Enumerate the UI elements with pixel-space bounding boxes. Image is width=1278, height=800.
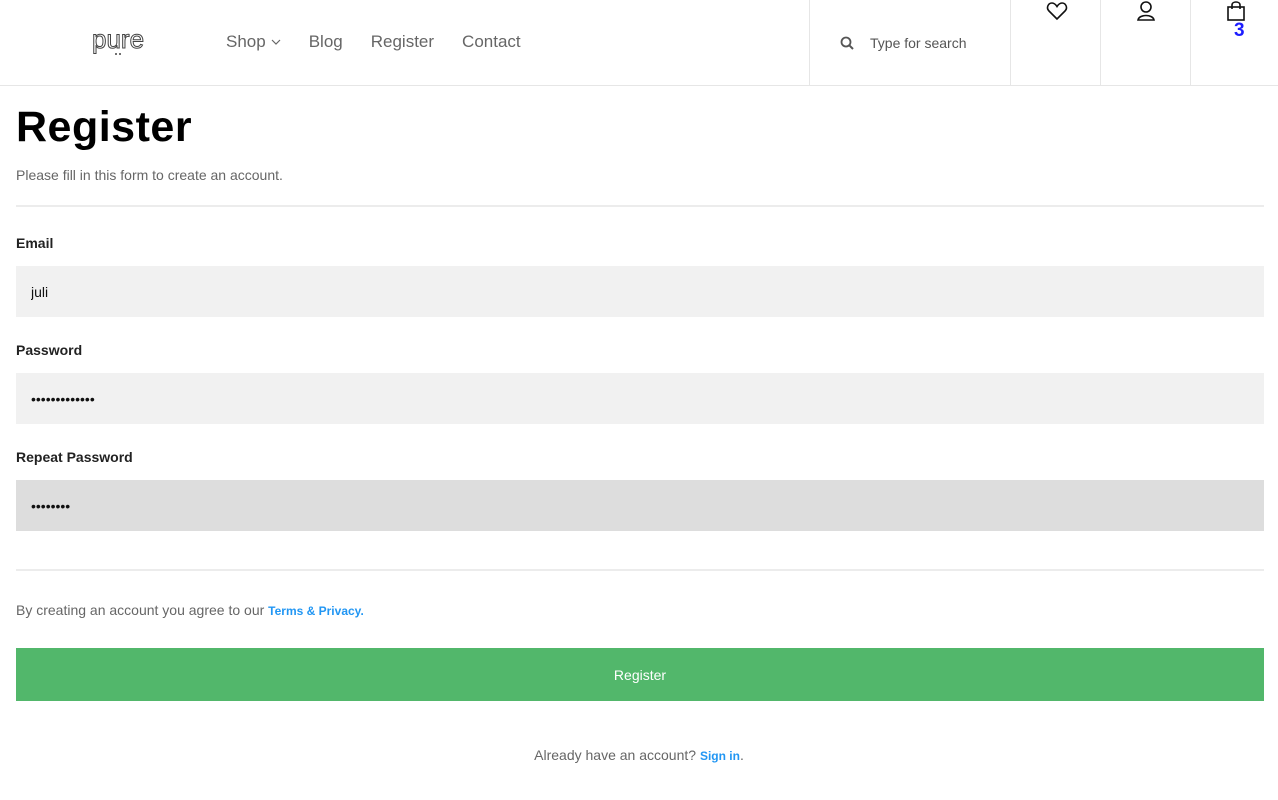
page-title: Register (16, 103, 193, 151)
terms-text: By creating an account you agree to our (16, 602, 269, 618)
nav-register-label: Register (370, 32, 435, 51)
wishlist-button[interactable] (1011, 0, 1101, 86)
signin-text: Already have an account? (534, 747, 700, 763)
divider (16, 569, 1264, 571)
logo[interactable]: pure (92, 24, 156, 58)
email-label: Email (16, 235, 54, 251)
nav-shop[interactable]: Shop (226, 32, 281, 52)
terms-link[interactable]: Terms & Privacy (268, 604, 360, 618)
signin-link[interactable]: Sign in (700, 749, 740, 763)
repeat-password-label: Repeat Password (16, 449, 133, 465)
register-button[interactable]: Register (16, 648, 1264, 701)
password-field[interactable] (16, 373, 1264, 424)
repeat-password-field[interactable] (16, 480, 1264, 531)
cart-count-badge: 3 (1234, 20, 1245, 41)
divider (16, 205, 1264, 207)
nav-contact-label: Contact (462, 32, 521, 51)
email-field[interactable] (16, 266, 1264, 317)
site-header: pure Shop Blog Register Contact Type for… (0, 0, 1278, 86)
signin-notice: Already have an account? Sign in. (0, 747, 1278, 763)
nav-shop-label: Shop (226, 32, 266, 51)
signin-period: . (739, 747, 744, 763)
nav-contact[interactable]: Contact (462, 32, 521, 52)
nav-blog[interactable]: Blog (309, 32, 343, 52)
nav-blog-label: Blog (308, 32, 343, 51)
chevron-down-icon (271, 39, 281, 45)
search-input[interactable] (870, 30, 1000, 56)
search-box (809, 0, 1011, 86)
user-icon (1137, 1, 1155, 21)
logo-icon: pure (92, 24, 145, 55)
page-subtitle: Please fill in this form to create an ac… (16, 167, 283, 183)
account-button[interactable] (1101, 0, 1191, 86)
terms-notice: By creating an account you agree to our … (16, 602, 364, 618)
password-label: Password (16, 342, 83, 358)
svg-text:pure: pure (92, 26, 144, 54)
cart-button[interactable] (1191, 0, 1278, 86)
heart-icon (1046, 2, 1068, 21)
nav-register[interactable]: Register (371, 32, 434, 52)
shopping-bag-icon (1227, 1, 1245, 21)
main-nav: Shop Blog Register Contact (226, 32, 549, 52)
search-icon[interactable] (840, 36, 854, 50)
terms-period: . (360, 604, 364, 618)
